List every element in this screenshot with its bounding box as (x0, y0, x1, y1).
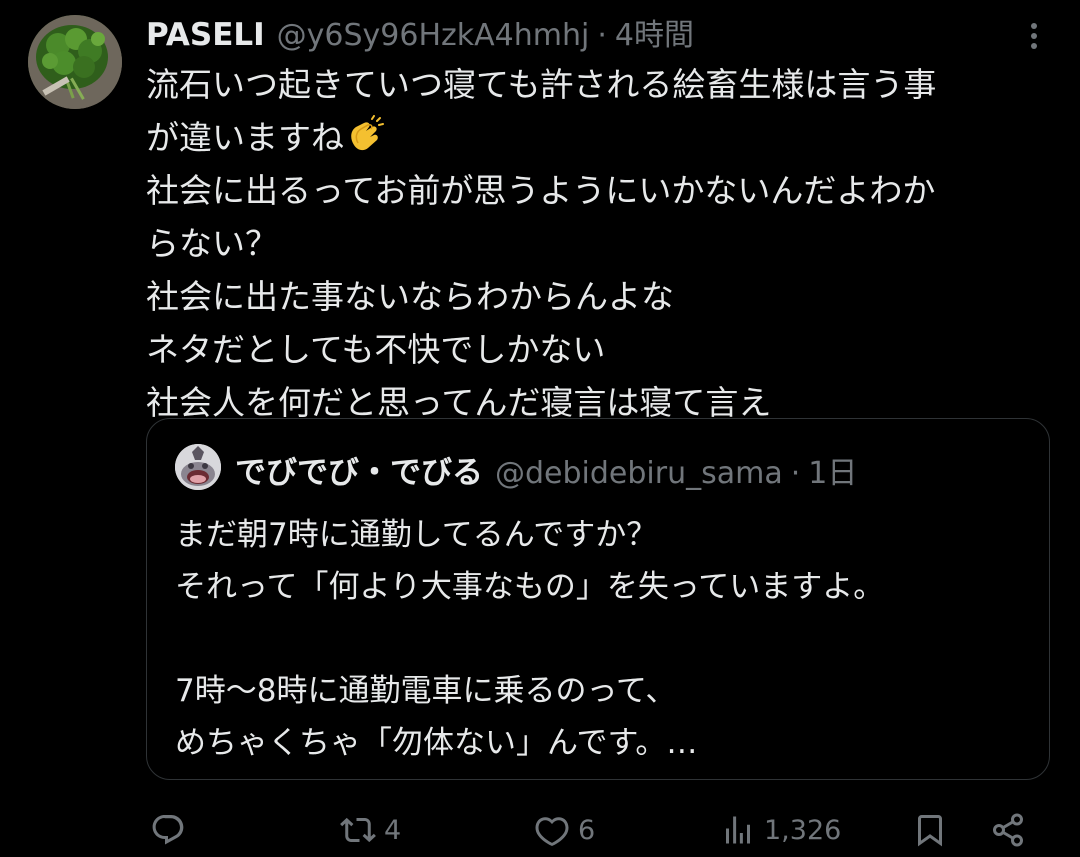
action-bar: 4 6 1,326 (0, 805, 1080, 855)
tweet[interactable]: PASELI @y6Sy96HzkA4hmhj · 4時間 流石いつ起きていつ寝… (0, 0, 1080, 857)
timestamp[interactable]: 4時間 (615, 10, 694, 54)
like-button[interactable]: 6 (534, 805, 595, 855)
quoted-user-avatar[interactable] (175, 444, 221, 490)
quoted-text-line: まだ朝7時に通勤してるんですか？ (175, 517, 658, 553)
tweet-text: 流石いつ起きていつ寝ても許される絵畜生様は言う事 が違いますね 社会に出るってお… (146, 58, 1056, 429)
clapping-hands-emoji-icon (344, 115, 384, 155)
analytics-icon (726, 816, 750, 844)
tweet-text-line: ネタだとしても不快でしかない (146, 330, 606, 369)
quoted-text-line: 7時〜8時に通勤電車に乗るのって、 (175, 673, 677, 709)
more-vertical-icon (1031, 23, 1037, 49)
tweet-text-line: 社会に出るってお前が思うようにいかないんだよわか (146, 171, 936, 210)
bookmark-button[interactable] (912, 805, 948, 855)
parsley-photo-avatar-icon (28, 15, 122, 109)
reply-button[interactable] (150, 805, 194, 855)
tweet-header: PASELI @y6Sy96HzkA4hmhj · 4時間 (146, 10, 694, 54)
quoted-display-name: でびでび・でびる (235, 455, 483, 491)
retweet-icon (340, 817, 376, 843)
display-name[interactable]: PASELI (146, 17, 265, 53)
reply-icon (152, 815, 184, 845)
like-count: 6 (578, 814, 596, 846)
separator-dot: · (790, 456, 801, 491)
views-count: 1,326 (764, 814, 842, 846)
tweet-text-line: 流石いつ起きていつ寝ても許される絵畜生様は言う事 (146, 65, 937, 104)
tweet-text-line-with-emoji: が違いますね (146, 111, 1056, 164)
share-icon (993, 813, 1023, 847)
views-button[interactable]: 1,326 (720, 805, 841, 855)
quoted-tweet-text: まだ朝7時に通勤してるんですか？ それって「何より大事なもの」を失っていますよ。… (175, 509, 884, 769)
retweet-button[interactable]: 4 (340, 805, 401, 855)
retweet-count: 4 (384, 814, 402, 846)
more-options-button[interactable] (1022, 22, 1046, 50)
heart-icon (535, 817, 569, 847)
quoted-text-line: めちゃくちゃ「勿体ない」んです。… (175, 725, 698, 761)
bookmark-icon (918, 815, 942, 847)
quoted-timestamp: 1日 (808, 456, 858, 491)
tweet-text-line: 社会に出た事ないならわからんよな (146, 277, 674, 316)
tweet-text-line: が違いますね (146, 118, 344, 157)
quoted-text-blank-line (175, 613, 884, 665)
user-avatar[interactable] (28, 15, 122, 109)
share-button[interactable] (990, 805, 1026, 855)
quoted-tweet-header: でびでび・でびる @debidebiru_sama · 1日 (235, 447, 857, 492)
separator-dot: · (597, 18, 607, 53)
user-handle[interactable]: @y6Sy96HzkA4hmhj (277, 18, 590, 53)
tweet-text-line: らない？ (146, 224, 278, 263)
quoted-user-handle: @debidebiru_sama (495, 456, 783, 491)
quoted-tweet[interactable]: でびでび・でびる @debidebiru_sama · 1日 まだ朝7時に通勤し… (146, 418, 1050, 780)
quoted-text-line: それって「何より大事なもの」を失っていますよ。 (175, 569, 885, 605)
character-avatar-icon (175, 444, 221, 490)
